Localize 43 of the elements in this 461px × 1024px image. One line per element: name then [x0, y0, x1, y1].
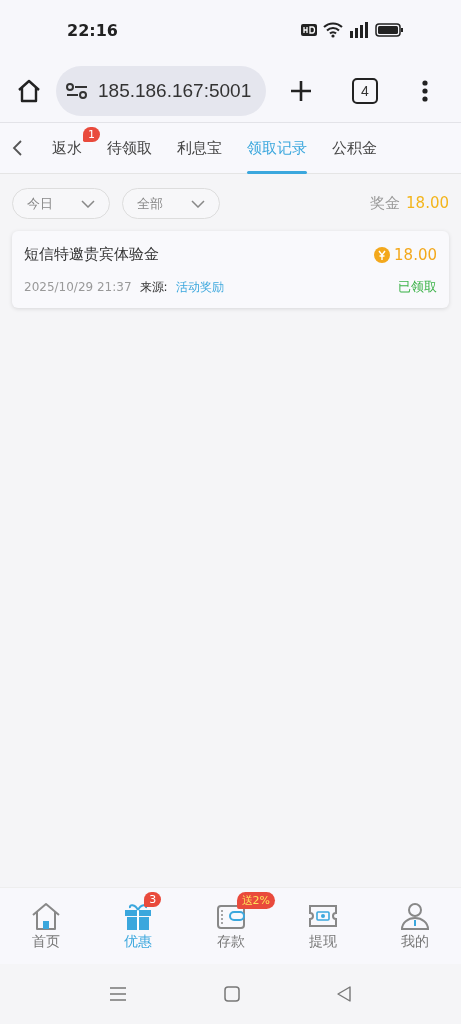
record-amount: 18.00	[394, 245, 437, 264]
chevron-down-icon	[191, 199, 205, 208]
record-title: 短信特邀贵宾体验金	[24, 245, 159, 264]
nav-tab[interactable]: 送2% 存款	[184, 888, 277, 964]
nav-tab[interactable]: 我的	[368, 888, 461, 964]
more-icon[interactable]	[422, 80, 428, 102]
tab-count[interactable]: 4	[352, 78, 378, 104]
record-status: 已领取	[398, 278, 437, 296]
nav-tab[interactable]: 提现	[276, 888, 369, 964]
filter-dropdown[interactable]: 今日	[12, 188, 110, 219]
person-icon	[398, 901, 431, 931]
tab[interactable]: 利息宝	[177, 123, 222, 173]
status-time: 22:16	[67, 20, 118, 40]
wifi-icon	[323, 22, 343, 38]
record-time: 2025/10/29 21:37	[24, 280, 132, 294]
total-label: 奖金	[370, 194, 401, 213]
address-bar[interactable]: 185.186.167:5001	[56, 66, 266, 116]
count-badge: 3	[144, 892, 162, 907]
url-text: 185.186.167:5001	[98, 80, 252, 102]
menu-icon[interactable]	[110, 987, 126, 1001]
coin-icon	[374, 246, 391, 263]
total-value: 18.00	[406, 194, 449, 213]
filter-dropdown[interactable]: 全部	[122, 188, 220, 219]
tab[interactable]: 领取记录	[247, 123, 307, 173]
home-icon[interactable]	[16, 78, 42, 104]
site-settings-icon[interactable]	[66, 83, 88, 99]
source-text: 活动奖励	[175, 278, 224, 296]
source-label: 来源:	[139, 278, 168, 296]
hd-icon	[301, 24, 317, 36]
tab[interactable]: 返水 1	[52, 123, 100, 173]
tab[interactable]: 待领取	[107, 123, 152, 173]
signal-icon	[349, 22, 369, 38]
battery-icon	[375, 23, 403, 37]
new-tab-icon[interactable]	[290, 80, 312, 102]
count-badge: 1	[83, 127, 100, 142]
back-triangle-icon[interactable]	[337, 986, 351, 1002]
count-badge: 送2%	[236, 892, 275, 909]
tab[interactable]: 公积金	[332, 123, 377, 173]
nav-tab[interactable]: 3 优惠	[92, 888, 185, 964]
home-button-icon[interactable]	[223, 986, 240, 1002]
chevron-down-icon	[81, 199, 95, 208]
back-icon[interactable]	[12, 140, 22, 156]
nav-tab[interactable]: 首页	[0, 888, 93, 964]
